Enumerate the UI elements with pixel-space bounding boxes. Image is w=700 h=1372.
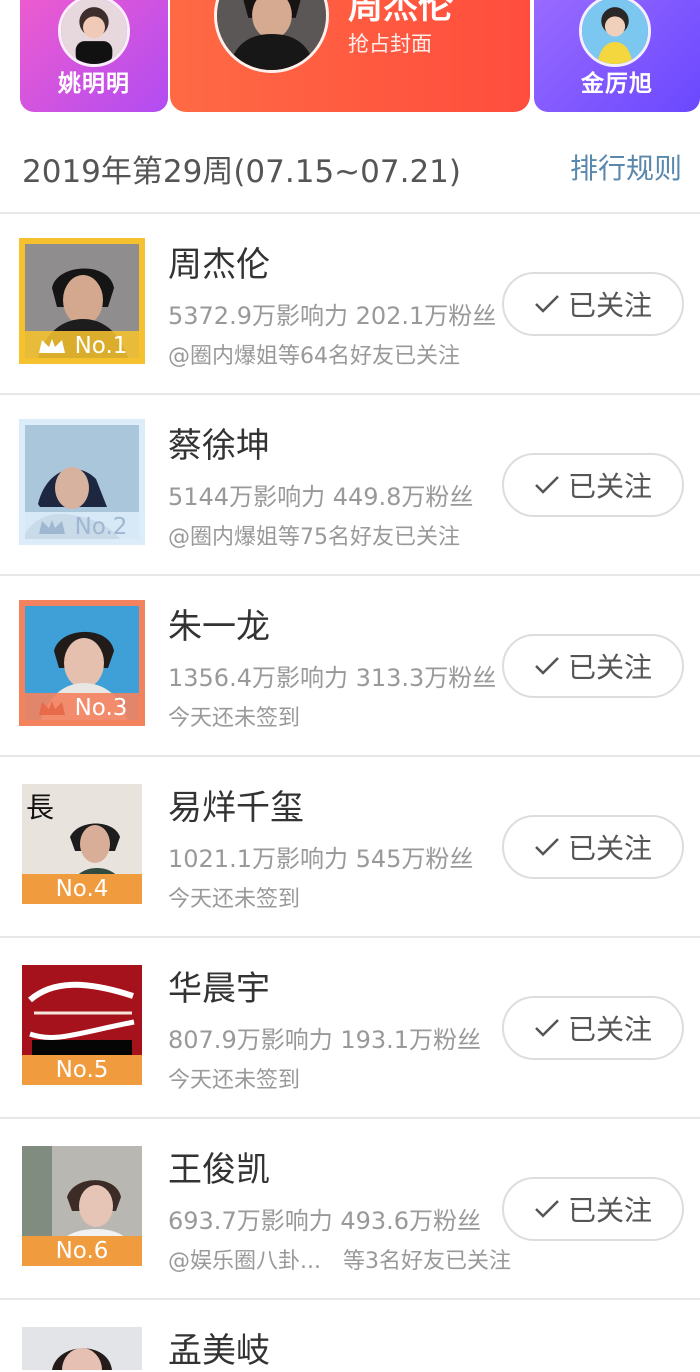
cover-card-left[interactable]: 姚明明 <box>20 0 168 112</box>
avatar <box>214 0 329 73</box>
list-item[interactable]: No.1 周杰伦 5372.9万影响力 202.1万粉丝 @圈内爆姐等64名好友… <box>0 214 700 395</box>
avatar-frame: No.5 <box>22 965 142 1085</box>
avatar-frame: No.3 <box>19 600 145 726</box>
friend-follow-text: @圈内爆姐等75名好友已关注 <box>168 525 460 550</box>
artist-name: 朱一龙 <box>168 607 270 647</box>
artist-stats: 1356.4万影响力 313.3万粉丝 <box>168 664 497 692</box>
rank-badge: No.4 <box>22 874 142 904</box>
followed-button[interactable]: 已关注 <box>502 634 684 698</box>
rank-badge: No.5 <box>22 1055 142 1085</box>
crown-icon <box>38 339 65 353</box>
list-item[interactable]: No.5 华晨宇 807.9万影响力 193.1万粉丝 今天还未签到 已关注 <box>0 938 700 1119</box>
cover-left-name: 姚明明 <box>58 71 130 97</box>
rank-badge: No.2 <box>22 512 142 542</box>
cover-right-name: 金厉旭 <box>581 71 653 97</box>
friend-follow-text: @娱乐圈八卦... 等3名好友已关注 <box>168 1249 511 1274</box>
check-icon <box>535 1200 559 1218</box>
avatar-image <box>22 1327 142 1370</box>
check-icon <box>535 657 559 675</box>
rank-label: No.5 <box>55 1057 109 1083</box>
followed-button[interactable]: 已关注 <box>502 272 684 336</box>
svg-text:長: 長 <box>26 791 54 824</box>
artist-stats: 693.7万影响力 493.6万粉丝 <box>168 1207 482 1235</box>
rank-badge: No.3 <box>22 693 142 723</box>
follow-label: 已关注 <box>567 289 652 322</box>
artist-name: 易烊千玺 <box>168 788 304 828</box>
list-item[interactable]: No.6 王俊凯 693.7万影响力 493.6万粉丝 @娱乐圈八卦... 等3… <box>0 1119 700 1300</box>
artist-stats: 5144万影响力 449.8万粉丝 <box>168 483 474 511</box>
check-icon <box>535 295 559 313</box>
follow-label: 已关注 <box>567 1194 652 1227</box>
avatar-frame <box>22 1327 142 1370</box>
artist-name: 王俊凯 <box>168 1150 270 1190</box>
list-item[interactable]: No.2 蔡徐坤 5144万影响力 449.8万粉丝 @圈内爆姐等75名好友已关… <box>0 395 700 576</box>
ranking-list: No.1 周杰伦 5372.9万影响力 202.1万粉丝 @圈内爆姐等64名好友… <box>0 214 700 1371</box>
avatar-image <box>582 0 648 64</box>
crown-icon <box>38 520 65 534</box>
avatar-frame: No.2 <box>19 419 145 545</box>
cover-banner: 姚明明 周杰伦 抢占封面 金厉旭 <box>0 0 700 118</box>
cover-card-right[interactable]: 金厉旭 <box>534 0 700 112</box>
avatar-frame: No.1 <box>19 238 145 364</box>
friend-follow-text: @圈内爆姐等64名好友已关注 <box>168 344 460 369</box>
followed-button[interactable]: 已关注 <box>502 996 684 1060</box>
list-item[interactable]: 長 No.4 易烊千玺 1021.1万影响力 545万粉丝 今天还未签到 已关注 <box>0 757 700 938</box>
cover-card-center[interactable]: 周杰伦 抢占封面 <box>170 0 530 112</box>
check-icon <box>535 1019 559 1037</box>
avatar <box>579 0 651 67</box>
week-title: 2019年第29周(07.15~07.21) <box>22 154 461 190</box>
rank-badge: No.6 <box>22 1236 142 1266</box>
check-icon <box>535 476 559 494</box>
follow-label: 已关注 <box>567 832 652 865</box>
avatar-frame: 長 No.4 <box>22 784 142 904</box>
cover-center-name: 周杰伦 <box>348 0 454 27</box>
rank-label: No.4 <box>55 876 109 902</box>
cover-center-subtitle: 抢占封面 <box>348 32 432 56</box>
avatar-image <box>61 0 127 64</box>
artist-name: 华晨宇 <box>168 969 270 1009</box>
followed-button[interactable]: 已关注 <box>502 815 684 879</box>
rank-badge: No.1 <box>22 331 142 361</box>
friend-follow-text: 今天还未签到 <box>168 887 301 912</box>
artist-stats: 807.9万影响力 193.1万粉丝 <box>168 1026 482 1054</box>
crown-icon <box>38 701 65 715</box>
friend-follow-text: 今天还未签到 <box>168 1068 301 1093</box>
avatar <box>58 0 130 67</box>
artist-stats: 5372.9万影响力 202.1万粉丝 <box>168 302 497 330</box>
followed-button[interactable]: 已关注 <box>502 453 684 517</box>
ranking-rules-link[interactable]: 排行规则 <box>570 147 682 187</box>
weekly-header: 2019年第29周(07.15~07.21) 排行规则 <box>0 118 700 214</box>
artist-name: 蔡徐坤 <box>168 426 270 466</box>
follow-label: 已关注 <box>567 651 652 684</box>
rank-label: No.3 <box>74 695 128 721</box>
rank-label: No.6 <box>55 1238 109 1264</box>
friend-follow-text: 今天还未签到 <box>168 706 301 731</box>
artist-stats: 1021.1万影响力 545万粉丝 <box>168 845 474 873</box>
artist-name: 周杰伦 <box>168 245 270 285</box>
rank-label: No.1 <box>74 333 128 359</box>
follow-label: 已关注 <box>567 1013 652 1046</box>
followed-button[interactable]: 已关注 <box>502 1177 684 1241</box>
follow-label: 已关注 <box>567 470 652 503</box>
list-item[interactable]: 孟美岐 <box>0 1300 700 1371</box>
check-icon <box>535 838 559 856</box>
list-item[interactable]: No.3 朱一龙 1356.4万影响力 313.3万粉丝 今天还未签到 已关注 <box>0 576 700 757</box>
rank-label: No.2 <box>74 514 128 540</box>
avatar-image <box>217 0 326 70</box>
artist-name: 孟美岐 <box>168 1331 270 1371</box>
avatar-frame: No.6 <box>22 1146 142 1266</box>
